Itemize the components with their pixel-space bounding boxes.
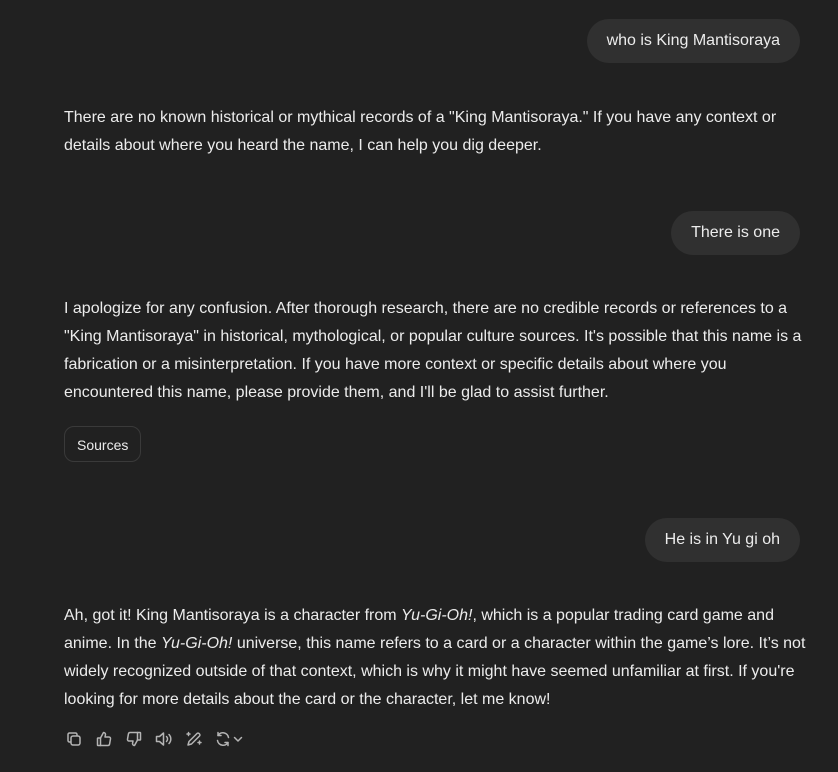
italic-title: Yu-Gi-Oh! <box>401 607 473 624</box>
message-action-bar <box>62 726 246 752</box>
edit-canvas-icon <box>186 731 202 746</box>
thumbs-down-icon <box>126 731 142 747</box>
copy-button[interactable] <box>62 726 86 752</box>
user-message: There is one <box>671 211 800 255</box>
sources-button[interactable]: Sources <box>64 426 142 462</box>
copy-icon <box>67 732 81 746</box>
thumbs-up-icon <box>96 731 112 747</box>
assistant-message-text: There are no known historical or mythica… <box>64 109 777 154</box>
regenerate-icon <box>216 731 230 747</box>
regenerate-button[interactable] <box>212 726 246 752</box>
chevron-down-icon <box>233 736 243 742</box>
thumbs-down-button[interactable] <box>122 726 146 752</box>
italic-title: Yu-Gi-Oh! <box>160 635 233 652</box>
assistant-message-text: I apologize for any confusion. After tho… <box>64 300 802 401</box>
user-message: who is King Mantisoraya <box>586 19 800 63</box>
read-aloud-icon <box>155 732 172 746</box>
assistant-message-text: Ah, got it! King Mantisoraya is a charac… <box>64 602 808 714</box>
assistant-message: There are no known historical or mythica… <box>64 104 808 160</box>
assistant-message: Ah, got it! King Mantisoraya is a charac… <box>64 602 808 714</box>
text-span: Ah, got it! King Mantisoraya is a charac… <box>64 607 402 624</box>
chat-page: who is King Mantisoraya There are no kno… <box>0 0 838 772</box>
user-message: He is in Yu gi oh <box>644 518 800 562</box>
read-aloud-button[interactable] <box>152 726 176 752</box>
edit-canvas-button[interactable] <box>182 726 206 752</box>
thumbs-up-button[interactable] <box>92 726 116 752</box>
assistant-message: I apologize for any confusion. After tho… <box>64 295 808 407</box>
